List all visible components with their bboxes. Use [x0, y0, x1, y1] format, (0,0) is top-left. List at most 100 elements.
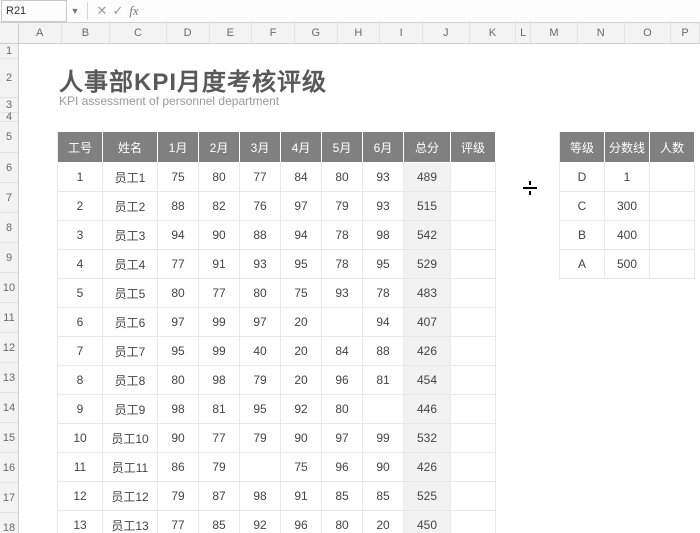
row-header-9[interactable]: 9 [0, 243, 18, 273]
row-header-2[interactable]: 2 [0, 59, 18, 98]
column-header-D[interactable]: D [167, 23, 210, 43]
cell-m3[interactable]: 79 [240, 424, 281, 453]
cell-name[interactable]: 员工12 [103, 482, 158, 511]
cell-m5[interactable]: 78 [322, 250, 363, 279]
column-header-E[interactable]: E [210, 23, 253, 43]
cell-m1[interactable]: 80 [158, 279, 199, 308]
row-header-18[interactable]: 18 [0, 513, 18, 533]
header-month5[interactable]: 5月 [322, 132, 363, 163]
cell-m4[interactable]: 20 [281, 308, 322, 337]
cell-m6[interactable]: 81 [363, 366, 404, 395]
column-header-O[interactable]: O [625, 23, 672, 43]
cell-m3[interactable]: 76 [240, 192, 281, 221]
cell-m6[interactable]: 93 [363, 163, 404, 192]
column-header-F[interactable]: F [252, 23, 295, 43]
cell-level[interactable]: D [560, 163, 605, 192]
cell-m4[interactable]: 20 [281, 337, 322, 366]
name-box[interactable]: R21 [1, 0, 67, 22]
cell-m1[interactable]: 77 [158, 250, 199, 279]
row-header-8[interactable]: 8 [0, 213, 18, 243]
column-header-B[interactable]: B [62, 23, 111, 43]
cell-name[interactable]: 员工7 [103, 337, 158, 366]
cell-level[interactable]: C [560, 192, 605, 221]
cell-name[interactable]: 员工13 [103, 511, 158, 533]
cell-m5[interactable]: 93 [322, 279, 363, 308]
cell-m1[interactable]: 77 [158, 511, 199, 533]
formula-input[interactable] [142, 0, 700, 22]
header-total[interactable]: 总分 [404, 132, 451, 163]
cell-m5[interactable]: 96 [322, 366, 363, 395]
cancel-icon[interactable]: ✕ [94, 3, 110, 19]
cell-grade[interactable] [451, 366, 496, 395]
cell-id[interactable]: 2 [58, 192, 103, 221]
cell-line[interactable]: 300 [605, 192, 650, 221]
cell-m1[interactable]: 75 [158, 163, 199, 192]
cell-line[interactable]: 1 [605, 163, 650, 192]
cell-m6[interactable] [363, 395, 404, 424]
column-header-L[interactable]: L [516, 23, 531, 43]
row-header-7[interactable]: 7 [0, 183, 18, 213]
column-header-C[interactable]: C [110, 23, 167, 43]
cell-total[interactable]: 515 [404, 192, 451, 221]
cell-name[interactable]: 员工2 [103, 192, 158, 221]
cell-grade[interactable] [451, 424, 496, 453]
cell-m4[interactable]: 90 [281, 424, 322, 453]
cell-m3[interactable] [240, 453, 281, 482]
cell-grade[interactable] [451, 221, 496, 250]
cell-total[interactable]: 525 [404, 482, 451, 511]
cell-id[interactable]: 5 [58, 279, 103, 308]
cell-total[interactable]: 489 [404, 163, 451, 192]
cell-m4[interactable]: 96 [281, 511, 322, 533]
cell-name[interactable]: 员工6 [103, 308, 158, 337]
cell-m1[interactable]: 90 [158, 424, 199, 453]
cell-m6[interactable]: 94 [363, 308, 404, 337]
cell-m4[interactable]: 97 [281, 192, 322, 221]
header-month2[interactable]: 2月 [199, 132, 240, 163]
cell-id[interactable]: 4 [58, 250, 103, 279]
cell-name[interactable]: 员工1 [103, 163, 158, 192]
row-header-1[interactable]: 1 [0, 44, 18, 59]
cell-m2[interactable]: 82 [199, 192, 240, 221]
cell-total[interactable]: 529 [404, 250, 451, 279]
cell-total[interactable]: 450 [404, 511, 451, 533]
column-header-A[interactable]: A [19, 23, 62, 43]
header-month1[interactable]: 1月 [158, 132, 199, 163]
cell-name[interactable]: 员工9 [103, 395, 158, 424]
cell-m4[interactable]: 95 [281, 250, 322, 279]
cell-total[interactable]: 542 [404, 221, 451, 250]
cell-m6[interactable]: 85 [363, 482, 404, 511]
cell-m6[interactable]: 88 [363, 337, 404, 366]
cell-m5[interactable]: 97 [322, 424, 363, 453]
cell-count[interactable] [650, 221, 695, 250]
cell-m2[interactable]: 90 [199, 221, 240, 250]
cell-line[interactable]: 500 [605, 250, 650, 279]
cell-m4[interactable]: 91 [281, 482, 322, 511]
cell-name[interactable]: 员工11 [103, 453, 158, 482]
row-header-13[interactable]: 13 [0, 363, 18, 393]
cell-grade[interactable] [451, 395, 496, 424]
cell-m4[interactable]: 92 [281, 395, 322, 424]
cell-m2[interactable]: 80 [199, 163, 240, 192]
cell-m2[interactable]: 99 [199, 337, 240, 366]
cell-m6[interactable]: 95 [363, 250, 404, 279]
cell-grade[interactable] [451, 192, 496, 221]
column-header-J[interactable]: J [423, 23, 470, 43]
worksheet-area[interactable]: 人事部KPI月度考核评级 KPI assessment of personnel… [19, 44, 700, 533]
cell-m5[interactable]: 80 [322, 163, 363, 192]
cell-m5[interactable]: 80 [322, 511, 363, 533]
cell-m3[interactable]: 77 [240, 163, 281, 192]
cell-count[interactable] [650, 192, 695, 221]
cell-m1[interactable]: 80 [158, 366, 199, 395]
cell-m6[interactable]: 78 [363, 279, 404, 308]
cell-m3[interactable]: 92 [240, 511, 281, 533]
cell-m5[interactable]: 96 [322, 453, 363, 482]
cell-count[interactable] [650, 250, 695, 279]
cell-grade[interactable] [451, 337, 496, 366]
cell-grade[interactable] [451, 308, 496, 337]
cell-m4[interactable]: 94 [281, 221, 322, 250]
header-level[interactable]: 等级 [560, 132, 605, 163]
cell-m5[interactable]: 84 [322, 337, 363, 366]
cell-m1[interactable]: 86 [158, 453, 199, 482]
row-header-5[interactable]: 5 [0, 122, 18, 153]
cell-m3[interactable]: 88 [240, 221, 281, 250]
